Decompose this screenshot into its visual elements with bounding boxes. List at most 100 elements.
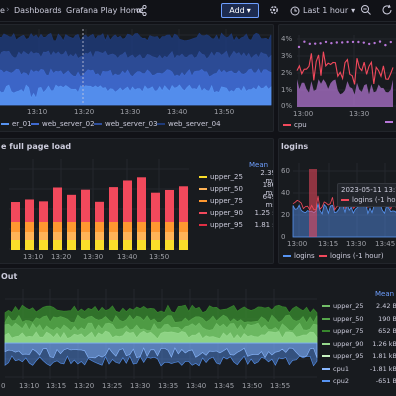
bar-segment — [123, 232, 132, 240]
bar-segment — [179, 232, 188, 240]
x-tick: 13:55 — [270, 382, 291, 390]
bar-segment — [123, 222, 132, 232]
bar-segment — [67, 232, 76, 240]
legend-item[interactable]: web_server_04 — [157, 120, 221, 128]
time-range-picker[interactable]: Last 1 hour ▾ — [290, 4, 355, 17]
y-tick: 0% — [281, 102, 293, 110]
bar-segment — [53, 240, 62, 250]
add-button[interactable]: Add ▾ — [221, 3, 259, 18]
breadcrumb-separator: › — [6, 5, 10, 15]
legend-row[interactable]: upper_95 1.81 s — [199, 219, 273, 231]
gear-icon[interactable] — [268, 4, 280, 16]
bar-segment — [11, 232, 20, 240]
x-tick: 13:45 — [214, 382, 235, 390]
x-tick: 13:30 — [349, 110, 370, 118]
bar-segment — [165, 232, 174, 240]
legend-row[interactable]: upper_95 1.81 kB — [322, 350, 396, 363]
y-tick: 3% — [281, 52, 293, 60]
x-tick: 13:15 — [46, 382, 67, 390]
cpu-panel[interactable]: 4% 3% 2% 1% 0% 13:00 13:30 cpu — [278, 24, 396, 132]
legend-item[interactable]: cpu — [283, 121, 307, 129]
refresh-icon[interactable] — [381, 4, 393, 16]
bar-segment — [95, 222, 104, 232]
legend-row[interactable]: cpu2 -651 B — [322, 375, 396, 388]
legend-item[interactable]: logins — [283, 252, 315, 260]
legend-item[interactable]: web_server_02 — [31, 120, 95, 128]
bar-segment — [151, 192, 160, 222]
bar-segment — [95, 201, 104, 222]
y-tick: 40 — [281, 189, 290, 197]
data-point — [346, 40, 349, 44]
x-tick: 13:25 — [102, 382, 123, 390]
bar-segment — [179, 222, 188, 232]
data-point — [389, 40, 392, 44]
bar-segment — [109, 222, 118, 232]
legend-row[interactable]: upper_75 652 B — [322, 325, 396, 338]
x-tick: 13:10 — [27, 108, 48, 116]
legend-item[interactable]: web_server_03 — [94, 120, 158, 128]
legend-row[interactable]: upper_25 2.42 B — [322, 300, 396, 313]
y-tick: 4% — [281, 35, 293, 43]
data-point — [330, 41, 333, 45]
data-point — [368, 42, 371, 46]
data-point — [351, 40, 355, 44]
bar-segment — [25, 232, 34, 240]
x-tick: 13:50 — [149, 253, 170, 261]
chart-tooltip: 2023-05-11 13:16:4 logins (-1 hour) — [337, 183, 396, 207]
bar-segment — [137, 222, 146, 232]
top-navigation-bar: e › Dashboards › Grafana Play Home Add ▾… — [0, 0, 396, 22]
zoom-out-icon[interactable] — [360, 4, 372, 16]
network-out-legend: upper_25 2.42 B upper_50 190 B upper_75 652… — [322, 300, 396, 388]
x-tick: 13:20 — [51, 253, 72, 261]
clock-icon — [290, 6, 300, 16]
x-tick: 13:45 — [375, 240, 396, 248]
bar-segment — [179, 186, 188, 222]
bar-segment — [109, 240, 118, 250]
breadcrumb-current-dashboard: Grafana Play Home — [66, 6, 144, 15]
bar-segment — [67, 240, 76, 250]
legend-item[interactable] — [385, 121, 393, 123]
data-point — [303, 40, 306, 43]
x-tick: 0 — [1, 382, 6, 390]
x-tick: 13:30 — [120, 108, 141, 116]
bar-segment — [81, 222, 90, 232]
web-servers-panel[interactable]: 13:10 13:20 13:30 13:40 13:50 er_01 web_… — [0, 24, 274, 132]
spike-area — [309, 169, 317, 237]
area-series — [292, 202, 396, 238]
legend-row[interactable]: upper_90 1.26 kB — [322, 338, 396, 351]
legend-row[interactable]: upper_50 190 B — [322, 313, 396, 326]
bar-segment — [25, 222, 34, 232]
legend-row[interactable]: cpu1 -1.81 kB — [322, 363, 396, 376]
bar-segment — [39, 222, 48, 232]
y-tick: 2% — [281, 69, 293, 77]
x-tick: 13:40 — [167, 108, 188, 116]
bar-segment — [137, 232, 146, 240]
tooltip-time: 2023-05-11 13:16:4 — [341, 186, 396, 194]
data-point — [384, 43, 387, 47]
time-range-label: Last 1 hour — [303, 6, 349, 15]
page-load-legend: upper_252.39 ms upper_50186 ms upper_756… — [199, 169, 273, 231]
y-tick: 20 — [281, 211, 290, 219]
breadcrumb-dashboards[interactable]: Dashboards — [14, 6, 62, 15]
chevron-down-icon: ▾ — [351, 6, 356, 15]
logins-panel[interactable]: logins 60 40 20 0 13:00 13:15 13:30 13:4… — [278, 138, 396, 264]
bar-segment — [151, 222, 160, 232]
legend-item[interactable]: er_01 — [1, 120, 32, 128]
share-icon[interactable] — [136, 5, 147, 16]
legend-row[interactable]: upper_75649 ms — [199, 193, 273, 209]
legend-item[interactable]: logins (-1 hour) — [319, 252, 384, 260]
panel-title: logins — [281, 142, 309, 151]
bar-segment — [137, 240, 146, 250]
breadcrumb-home[interactable]: e — [0, 6, 5, 15]
bar-segment — [11, 222, 20, 232]
full-page-load-panel[interactable]: e full page load 13:10 13:20 13:30 13:40… — [0, 138, 274, 264]
x-tick: 13:50 — [242, 382, 263, 390]
bar-segment — [165, 222, 174, 232]
bar-segment — [165, 189, 174, 222]
data-point — [357, 40, 360, 44]
legend-row[interactable]: upper_90 1.25 s — [199, 207, 273, 219]
x-tick: 13:10 — [23, 253, 44, 261]
network-out-panel[interactable]: Out 0 13:10 13:15 13:20 13:25 13:30 13:3… — [0, 268, 396, 396]
bar-segment — [25, 240, 34, 250]
bar-segment — [95, 232, 104, 240]
